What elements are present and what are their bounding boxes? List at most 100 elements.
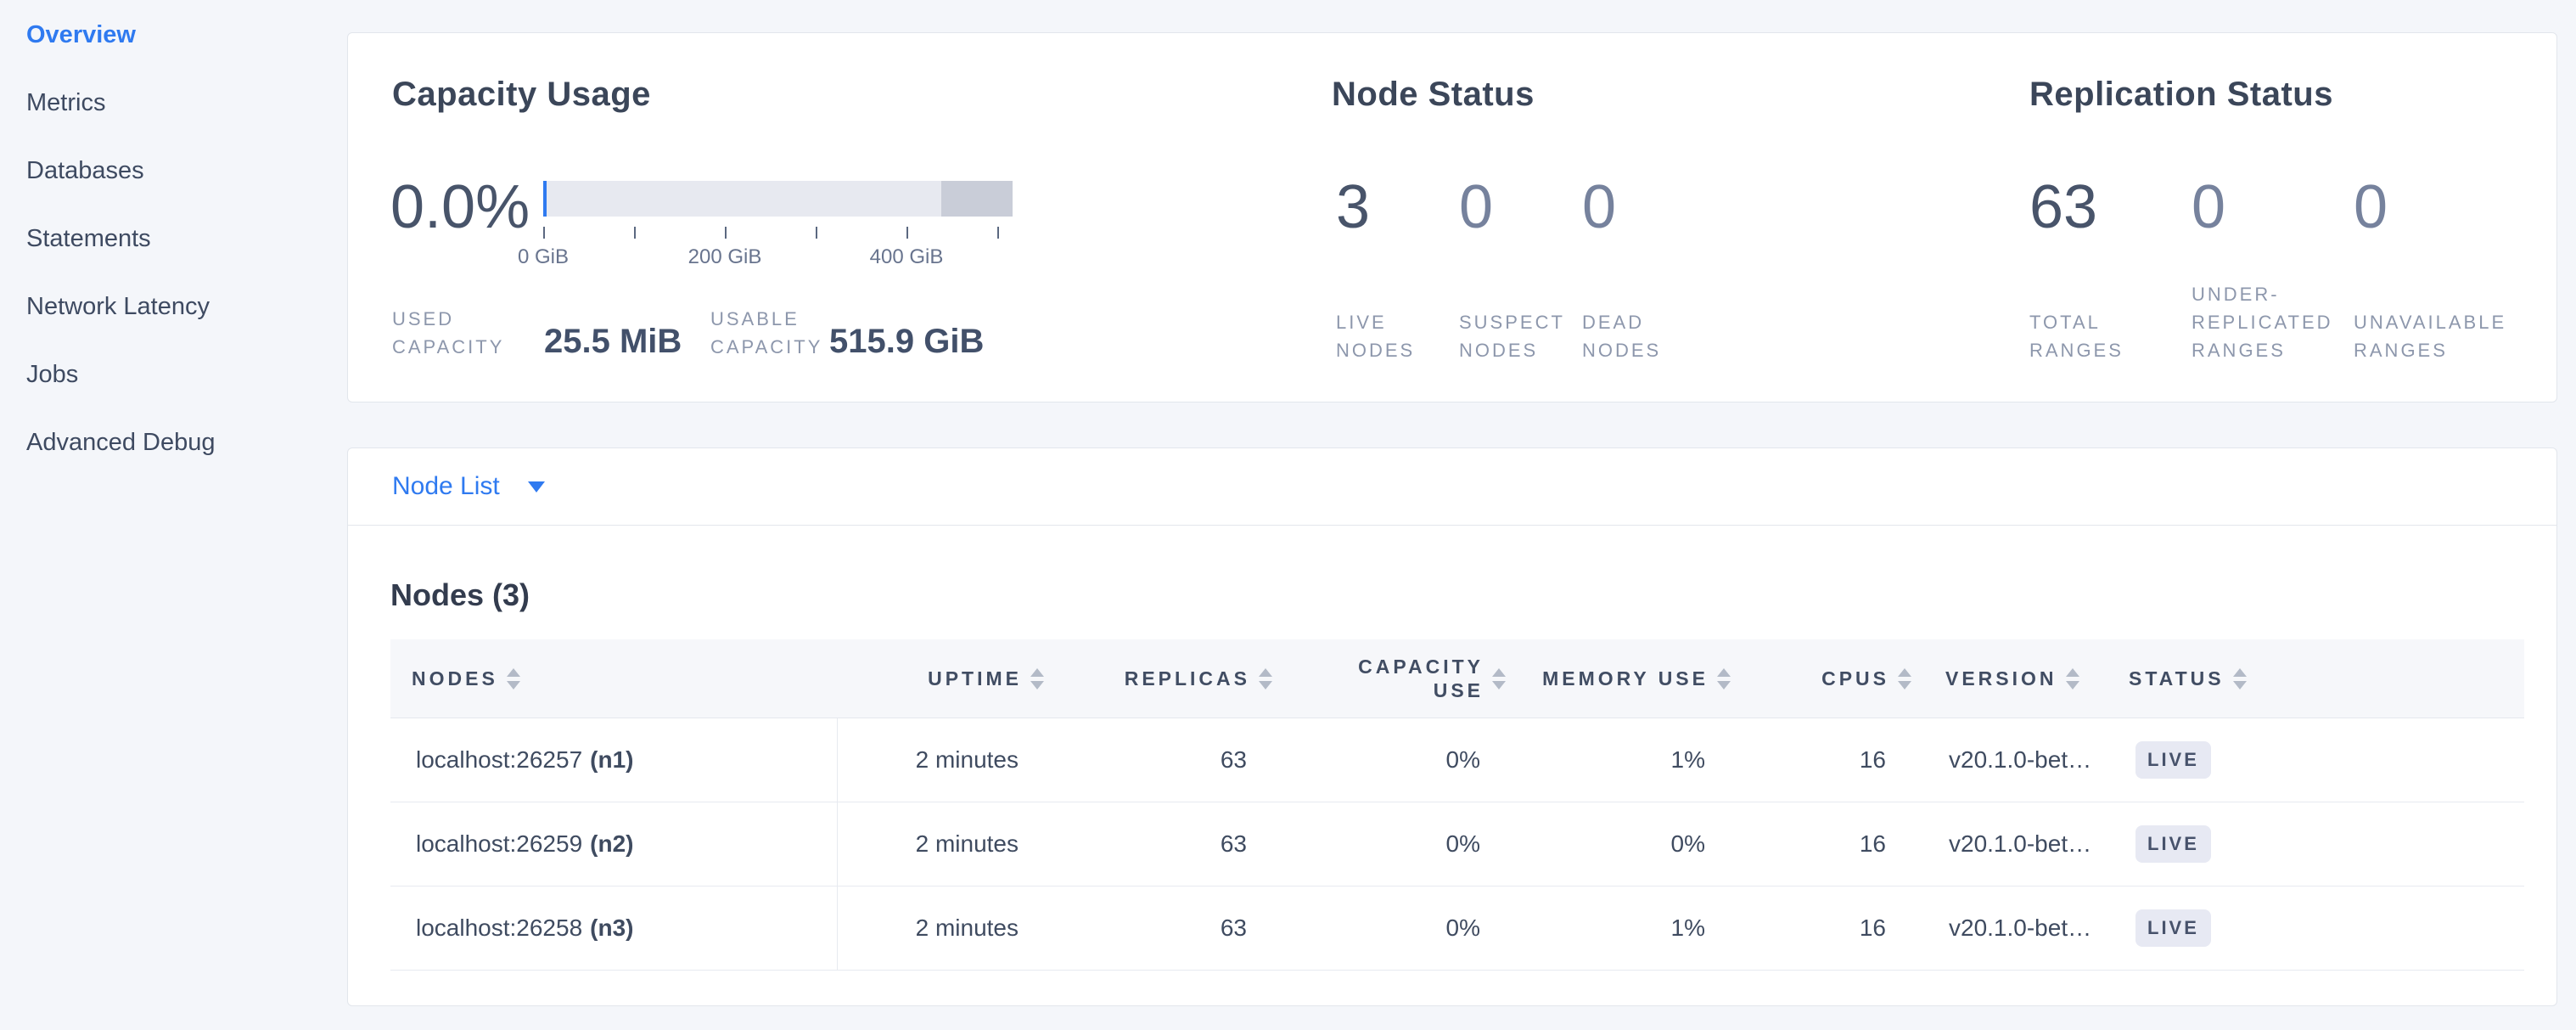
capacity-stats: USED CAPACITY 25.5 MiB USABLE CAPACITY 5… [392, 305, 984, 361]
sidebar-item-metrics[interactable]: Metrics [0, 69, 323, 137]
capacity-axis-ticks [543, 227, 1013, 239]
label-line: NODES [1459, 336, 1582, 364]
capacity-gauge: 0 GiB 200 GiB 400 GiB [543, 181, 1013, 271]
sidebar-item-overview[interactable]: Overview [0, 1, 323, 69]
label-line: LIVE [1336, 308, 1459, 336]
node-id: (n3) [590, 915, 633, 942]
column-header-capacity-use[interactable]: CAPACITY USE [1276, 639, 1509, 718]
nodes-section-title: Nodes (3) [390, 577, 2524, 613]
capacity-gauge-other-segment [941, 181, 1013, 217]
label-line: RANGES [2029, 336, 2192, 364]
unavailable-ranges-label: UNAVAILABLE RANGES [2354, 308, 2516, 364]
node-id: (n2) [590, 830, 633, 858]
capacity-usage-title: Capacity Usage [392, 76, 651, 114]
status-badge: LIVE [2135, 825, 2211, 863]
uptime-cell: 2 minutes [838, 718, 1047, 802]
cpus-cell: 16 [1734, 802, 1915, 886]
dead-nodes-label: DEAD NODES [1582, 308, 1705, 364]
column-header-cpus[interactable]: CPUS [1734, 639, 1915, 718]
column-header-label: MEMORY USE [1542, 667, 1709, 690]
label-line: UNDER- [2192, 280, 2354, 308]
memory-use-cell: 1% [1509, 886, 1734, 970]
axis-tick [906, 227, 908, 239]
node-address: localhost:26258 [416, 915, 582, 942]
uptime-cell: 2 minutes [838, 886, 1047, 970]
column-header-label: REPLICAS [1125, 667, 1250, 690]
column-header-label: UPTIME [928, 667, 1022, 690]
replication-status-stats: 63 TOTAL RANGES 0 UNDER- REPLICATED RANG… [2029, 175, 2516, 364]
sort-icon [1898, 668, 1911, 689]
column-header-version[interactable]: VERSION [1915, 639, 2106, 718]
usable-capacity-label: USABLE CAPACITY [710, 305, 829, 361]
replicas-cell: 63 [1047, 886, 1276, 970]
sidebar-item-jobs[interactable]: Jobs [0, 341, 323, 408]
axis-label: 0 GiB [518, 245, 569, 269]
column-header-label: STATUS [2129, 667, 2225, 690]
version-cell: v20.1.0-bet… [1915, 886, 2106, 970]
live-nodes-value: 3 [1336, 175, 1459, 239]
column-header-label: CPUS [1821, 667, 1889, 690]
suspect-nodes-label: SUSPECT NODES [1459, 308, 1582, 364]
sidebar-item-statements[interactable]: Statements [0, 205, 323, 273]
version-cell: v20.1.0-bet… [1915, 718, 2106, 802]
sort-icon [1717, 668, 1731, 689]
node-list-dropdown[interactable]: Node List [348, 448, 2556, 526]
label-line: RANGES [2192, 336, 2354, 364]
replicas-cell: 63 [1047, 802, 1276, 886]
node-id: (n1) [590, 746, 633, 774]
label-line: RANGES [2354, 336, 2516, 364]
sidebar-item-network-latency[interactable]: Network Latency [0, 273, 323, 341]
sort-icon [2066, 668, 2079, 689]
sidebar-item-databases[interactable]: Databases [0, 137, 323, 205]
label-line: CAPACITY [710, 333, 829, 361]
usable-capacity-value: 515.9 GiB [829, 322, 984, 361]
label-line: SUSPECT [1459, 308, 1582, 336]
unavailable-ranges-value: 0 [2354, 175, 2516, 239]
used-capacity-label: USED CAPACITY [392, 305, 544, 361]
uptime-cell: 2 minutes [838, 802, 1047, 886]
nodes-table-header: NODES UPTIME REPLICAS CAPACITY USE MEMOR… [390, 639, 2524, 718]
main-content: Capacity Usage Node Status Replication S… [347, 32, 2557, 1006]
sidebar: Overview Metrics Databases Statements Ne… [0, 0, 323, 476]
dead-nodes-value: 0 [1582, 175, 1705, 239]
sort-icon [2233, 668, 2247, 689]
sort-icon [1259, 668, 1272, 689]
axis-tick [816, 227, 817, 239]
cluster-overview-page: { "colors": { "accent_blue": "#2f7af0", … [0, 0, 2576, 1030]
under-replicated-ranges-stat: 0 UNDER- REPLICATED RANGES [2192, 175, 2354, 364]
status-badge: LIVE [2135, 741, 2211, 779]
column-header-memory-use[interactable]: MEMORY USE [1509, 639, 1734, 718]
axis-tick [997, 227, 999, 239]
used-capacity-value: 25.5 MiB [544, 322, 710, 361]
node-status-title: Node Status [1332, 76, 1535, 114]
replication-status-title: Replication Status [2029, 76, 2333, 114]
node-address-cell[interactable]: localhost:26257 (n1) [390, 718, 838, 802]
node-address: localhost:26259 [416, 830, 582, 858]
column-header-replicas[interactable]: REPLICAS [1047, 639, 1276, 718]
node-address: localhost:26257 [416, 746, 582, 774]
node-address-cell[interactable]: localhost:26258 (n3) [390, 886, 838, 970]
node-address-cell[interactable]: localhost:26259 (n2) [390, 802, 838, 886]
column-header-uptime[interactable]: UPTIME [838, 639, 1047, 718]
axis-label: 400 GiB [870, 245, 944, 269]
status-cell: LIVE [2106, 886, 2524, 970]
node-list-card: Node List Nodes (3) NODES UPTIME REPLICA… [347, 447, 2557, 1006]
label-line: CAPACITY [392, 333, 544, 361]
node-list-dropdown-label: Node List [392, 472, 500, 501]
label-line: NODES [1336, 336, 1459, 364]
under-replicated-ranges-label: UNDER- REPLICATED RANGES [2192, 280, 2354, 364]
live-nodes-stat: 3 LIVE NODES [1336, 175, 1459, 364]
column-header-status[interactable]: STATUS [2106, 639, 2524, 718]
table-row-node-3: localhost:26258 (n3) 2 minutes 63 0% 1% … [390, 886, 2524, 971]
suspect-nodes-stat: 0 SUSPECT NODES [1459, 175, 1582, 364]
cpus-cell: 16 [1734, 886, 1915, 970]
capacity-use-cell: 0% [1276, 802, 1509, 886]
capacity-gauge-used-segment [543, 181, 547, 217]
live-nodes-label: LIVE NODES [1336, 308, 1459, 364]
label-line: USED [392, 305, 544, 333]
total-ranges-label: TOTAL RANGES [2029, 308, 2192, 364]
capacity-use-cell: 0% [1276, 718, 1509, 802]
sidebar-item-advanced-debug[interactable]: Advanced Debug [0, 408, 323, 476]
column-header-nodes[interactable]: NODES [390, 639, 838, 718]
axis-tick [634, 227, 636, 239]
